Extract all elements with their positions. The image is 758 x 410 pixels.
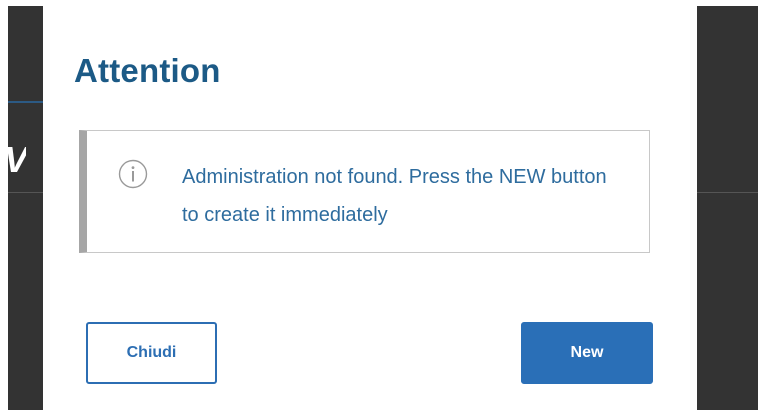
dialog-title: Attention [74,52,221,89]
backdrop-divider-right [697,192,758,193]
info-message-text: Administration not found. Press the NEW … [182,166,607,226]
backdrop-divider-left [8,192,43,193]
backdrop-accent-line [8,101,43,103]
info-message-box: Administration not found. Press the NEW … [79,130,650,253]
info-icon [118,159,148,189]
attention-dialog: Attention Administration not found. Pres… [43,6,697,410]
backdrop-partial-text: V [4,140,26,180]
close-button[interactable]: Chiudi [86,322,217,384]
new-button[interactable]: New [521,322,653,384]
screen: V Attention Administration not found. Pr… [0,0,758,410]
